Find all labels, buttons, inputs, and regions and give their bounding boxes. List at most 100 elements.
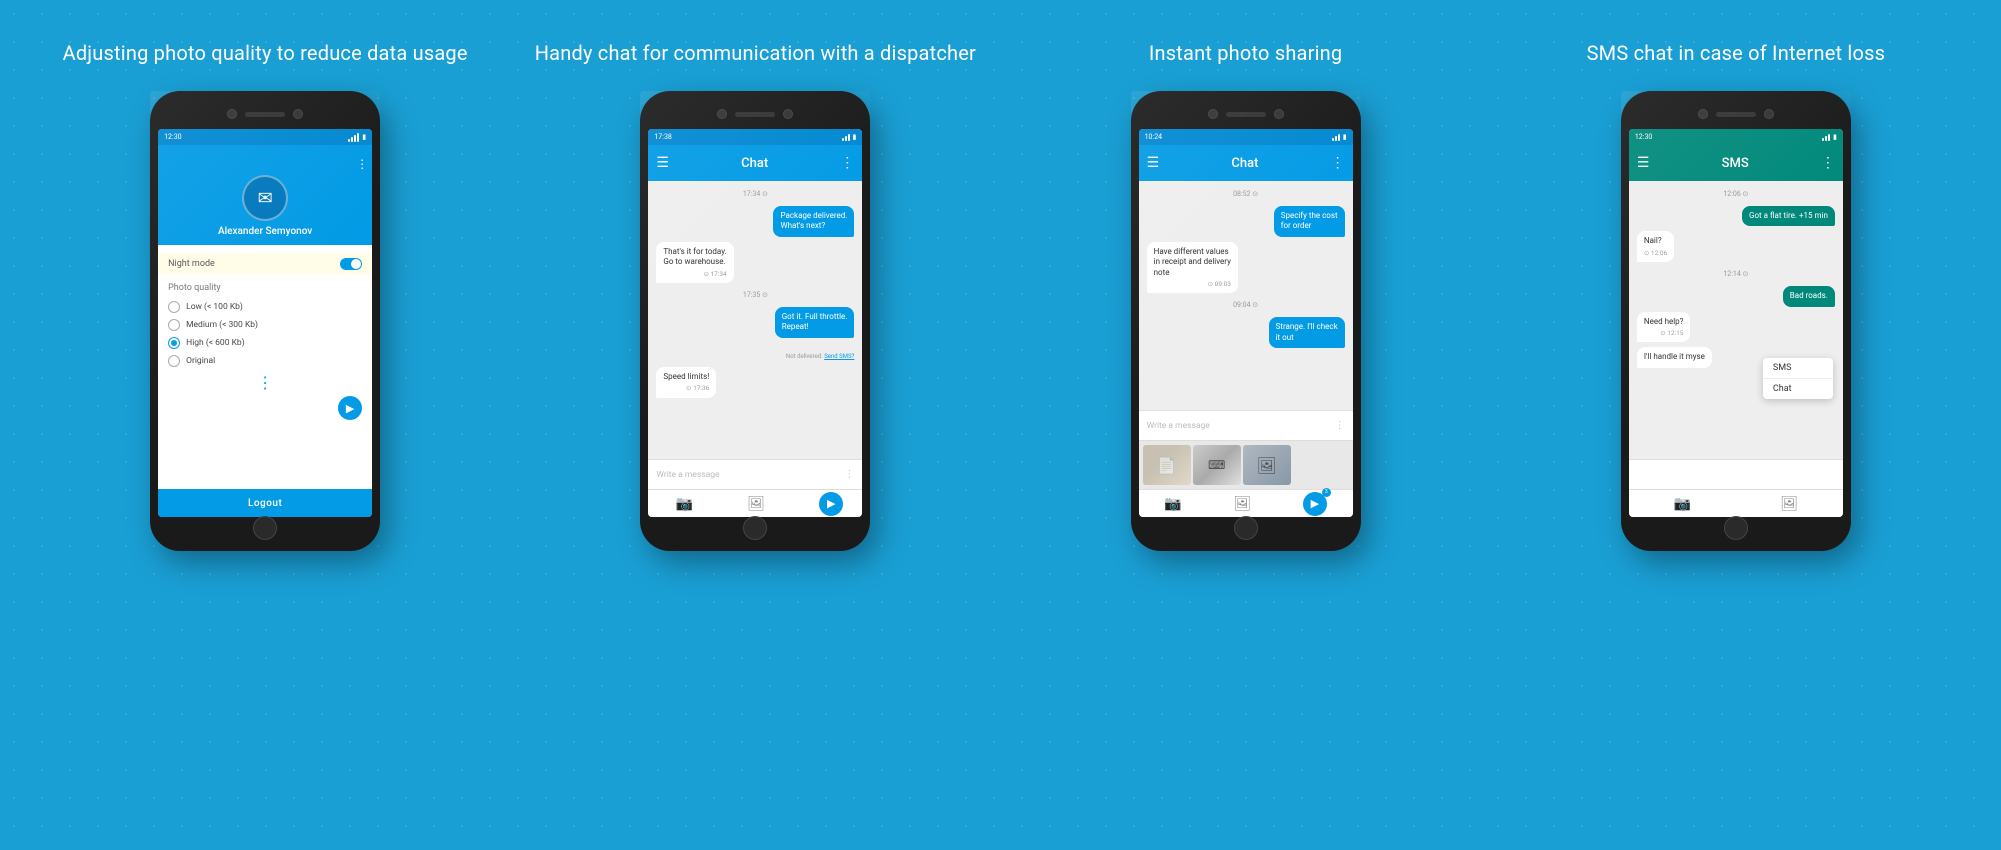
status-bar-3: 10:24 ▮ [1139,129,1353,145]
home-button-4[interactable] [1724,516,1748,540]
home-button-2[interactable] [743,516,767,540]
sms-time-3: 12:14 ⊙ [1637,270,1835,278]
overflow-icon-2[interactable]: ⋮ [840,155,854,171]
camera-bottom-1[interactable]: 📷 [676,496,693,512]
sms-title: SMS [1649,156,1820,171]
bottom-bar-2: 📷 🖼 ▶ 3 [1139,489,1353,517]
sms-text-4: Need help? [1644,317,1684,326]
phone3-screen: 10:24 ▮ ☰ Chat ⋮ 08:52 ⊙ [1139,129,1353,517]
time-3: 10:24 [1145,133,1162,141]
signal-bars [348,133,359,142]
time-label-4: 09:04 ⊙ [1147,301,1345,309]
bar1 [348,139,350,142]
photo-thumb-2[interactable]: ⌨ [1193,445,1241,485]
send-button-2[interactable]: ▶ [819,492,843,516]
hamburger-icon-3[interactable]: ☰ [1147,155,1160,171]
badge-container: ▶ [819,492,835,516]
phone-3: 10:24 ▮ ☰ Chat ⋮ 08:52 ⊙ [1131,91,1361,551]
home-button-1[interactable] [253,516,277,540]
send-button-3[interactable]: ▶ 3 [1303,492,1327,516]
label-high: High (< 600 Kb) [186,338,245,348]
radio-low [168,301,180,313]
photo-grid-container: 📄 ⌨ 🖼 [1139,440,1353,489]
msg-time-4: ⊙ 17:36 [663,384,709,392]
popup-sms[interactable]: SMS [1763,358,1833,379]
photo-thumb-1[interactable]: 📄 [1143,445,1191,485]
chat1-messages: 17:34 ⊙ Package delivered.What's next? T… [648,181,862,459]
scroll-more-icon: ⋮ [257,373,273,392]
night-mode-toggle[interactable] [340,258,362,270]
time-2: 17:38 [654,133,671,141]
avatar-icon: ✉ [258,188,273,209]
phone1-top [158,103,372,125]
profile-section: ⋮ ✉ Alexander Semyonov [158,145,372,245]
main-container: Adjusting photo quality to reduce data u… [0,0,2001,850]
option-low[interactable]: Low (< 100 Kb) [168,301,362,313]
chat-input-row-1: Write a message ⋮ [648,459,862,489]
sms-popup: SMS Chat [1763,358,1833,399]
logout-button[interactable]: Logout [158,489,372,517]
camera4-icon [783,109,793,119]
photo3-content: 🖼 [1256,456,1276,475]
time-display: 12:30 [164,133,181,141]
sms-messages: 12:06 ⊙ Got a flat tire. +15 min Nail? ⊙… [1629,181,1843,459]
option-original[interactable]: Original [168,355,362,367]
photo-grid: 📄 ⌨ 🖼 [1139,441,1353,489]
message-4: Speed limits! ⊙ 17:36 [656,367,716,398]
panel-sms: SMS chat in case of Internet loss 12:30 … [1491,30,1981,820]
popup-chat[interactable]: Chat [1763,379,1833,399]
signal-bars-4 [1822,134,1830,141]
message-1: Package delivered.What's next? [773,206,854,237]
app-bar-3: ☰ Chat ⋮ [1139,145,1353,181]
camera-bottom-3[interactable]: 📷 [1674,496,1691,512]
phone1-bottom [158,517,372,539]
photo-quality-label: Photo quality [168,283,362,293]
overflow-icon-3[interactable]: ⋮ [1331,155,1345,171]
send-button-1[interactable]: ▶ [338,396,362,420]
radio-medium [168,319,180,331]
input-placeholder-2[interactable]: Write a message [1147,421,1329,431]
phone-4: 12:30 ▮ ☰ SMS ⋮ 12:06 ⊙ [1621,91,1851,551]
sms-msg-3: Bad roads. [1783,286,1835,306]
msg-row-2: That's it for today.Go to warehouse. ⊙ 1… [656,242,854,283]
option-high[interactable]: High (< 600 Kb) [168,337,362,349]
hamburger-icon-2[interactable]: ☰ [656,155,669,171]
input-placeholder-1[interactable]: Write a message [656,470,838,480]
phone2-screen: 17:38 ▮ ☰ Chat ⋮ 17:34 ⊙ [648,129,862,517]
panel2-title: Handy chat for communication with a disp… [535,40,976,67]
sms-input-row [1629,459,1843,489]
radio-original [168,355,180,367]
speaker2-icon [735,112,775,117]
sms-row-4: Need help? ⊙ 12:15 [1637,312,1835,343]
phone3-bottom [1139,517,1353,539]
panel-chat1: Handy chat for communication with a disp… [510,30,1000,820]
sms-time-4: ⊙ 12:15 [1644,329,1684,337]
msg-text-4: Speed limits! [663,372,709,381]
bar2 [351,137,353,142]
home-button-3[interactable] [1234,516,1258,540]
image-bottom-2[interactable]: 🖼 [1233,496,1251,512]
msg-row-3: Got it. Full throttle.Repeat! [656,307,854,338]
photo1-content: 📄 [1157,456,1177,475]
phone4-top [1629,103,1843,125]
overflow-menu-icon[interactable]: ⋮ [356,157,368,171]
send-sms-link[interactable]: Send SMS? [824,353,854,360]
panel1-title: Adjusting photo quality to reduce data u… [63,40,468,67]
send-badge: 3 [1322,488,1331,497]
bar3 [354,135,356,142]
speaker4-icon [1716,112,1756,117]
overflow-icon-4[interactable]: ⋮ [1821,155,1835,171]
camera-bottom-2[interactable]: 📷 [1164,496,1181,512]
bar4 [357,133,359,142]
hamburger-icon-4[interactable]: ☰ [1637,155,1650,171]
msg-row-4: Speed limits! ⊙ 17:36 [656,367,854,398]
profile-name: Alexander Semyonov [218,226,312,237]
image-bottom-3[interactable]: 🖼 [1780,496,1798,512]
message-2: That's it for today.Go to warehouse. ⊙ 1… [656,242,733,283]
time-label-1: 17:34 ⊙ [656,190,854,198]
image-bottom-1[interactable]: 🖼 [747,496,765,512]
option-medium[interactable]: Medium (< 300 Kb) [168,319,362,331]
msg-row-7: Strange. I'll checkit out [1147,317,1345,348]
photo-thumb-3[interactable]: 🖼 [1243,445,1291,485]
time-label-3: 08:52 ⊙ [1147,190,1345,198]
